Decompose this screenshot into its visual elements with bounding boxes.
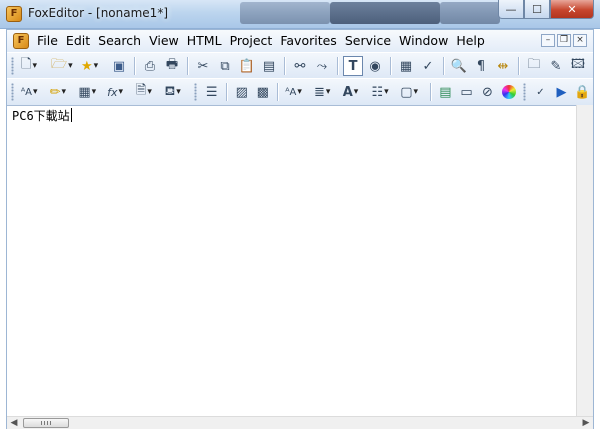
cut-icon[interactable]: ✂ — [193, 56, 213, 76]
menu-project[interactable]: Project — [226, 30, 277, 52]
text-mode-icon[interactable]: T — [343, 56, 363, 76]
font-size-icon[interactable]: ᴬA — [283, 82, 310, 102]
document-icon[interactable]: 🗎 — [134, 82, 161, 102]
menu-view[interactable]: View — [145, 30, 183, 52]
paragraph-mark-icon[interactable]: ¶ — [471, 56, 491, 76]
menu-window[interactable]: Window — [395, 30, 452, 52]
line-spacing-icon[interactable]: ≣ — [312, 82, 339, 102]
toolbar-grip[interactable] — [11, 57, 14, 75]
paste-special-icon[interactable]: ▤ — [259, 56, 279, 76]
bulleted-list-icon[interactable]: ☷ — [369, 82, 396, 102]
text-color-icon[interactable]: A — [341, 82, 368, 102]
horizontal-rule-icon[interactable]: ▭ — [457, 82, 476, 102]
function-icon[interactable]: fx — [105, 82, 132, 102]
lock-icon[interactable]: 🔒 — [573, 82, 592, 102]
align-icon[interactable]: ☰ — [202, 82, 221, 102]
mdi-minimize-button[interactable]: – — [541, 34, 555, 47]
edit-page-icon[interactable]: ✎ — [546, 56, 566, 76]
background-taskbar-item — [330, 2, 440, 24]
main-window-client: F File Edit Search View HTML Project Fav… — [6, 29, 594, 429]
page-break-icon[interactable]: ▤ — [436, 82, 455, 102]
menu-file[interactable]: File — [33, 30, 62, 52]
border-icon[interactable]: ▢ — [398, 82, 425, 102]
favorites-star-icon[interactable]: ★ — [79, 56, 107, 76]
new-document-icon[interactable]: 🗋 — [19, 56, 47, 76]
folder-icon[interactable]: 🗀 — [524, 56, 544, 76]
horizontal-scrollbar[interactable]: ◀ ▶ — [7, 416, 593, 429]
toolbar-separator — [337, 57, 338, 75]
bookmark-icon[interactable]: ⇹ — [493, 56, 513, 76]
background-taskbar-item — [440, 2, 500, 24]
window-title: FoxEditor - [noname1*] — [28, 6, 168, 20]
mdi-restore-button[interactable]: ❐ — [557, 34, 571, 47]
toolbar-separator — [284, 57, 285, 75]
standard-toolbar: 🗋 🗁 ★ ▣ ⎙ 🖶 ✂ ⧉ 📋 ▤ ⚯ ⤳ T ◉ ▦ ✓ 🔍 ¶ ⇹ 🗀 … — [7, 52, 593, 80]
toolbar-separator — [187, 57, 188, 75]
toolbar-separator — [443, 57, 444, 75]
foxeditor-app-icon[interactable]: F — [6, 6, 22, 22]
insert-image-icon[interactable]: ▨ — [232, 82, 251, 102]
play-icon[interactable]: ▶ — [552, 82, 571, 102]
minimize-button[interactable]: — — [498, 0, 524, 19]
paste-icon[interactable]: 📋 — [237, 56, 257, 76]
menu-html[interactable]: HTML — [183, 30, 226, 52]
toolbar-grip[interactable] — [523, 83, 526, 101]
insert-media-icon[interactable]: ▩ — [253, 82, 272, 102]
scroll-right-arrow-icon[interactable]: ▶ — [581, 417, 591, 430]
menu-search[interactable]: Search — [94, 30, 145, 52]
toolbar-separator — [518, 57, 519, 75]
print-preview-icon[interactable]: ⎙ — [140, 56, 160, 76]
editor-line[interactable]: PC6下載站 — [12, 108, 72, 124]
close-button[interactable]: ✕ — [550, 0, 594, 19]
editor-text: PC6下載站 — [12, 109, 70, 123]
open-folder-icon[interactable]: 🗁 — [49, 56, 77, 76]
find-icon[interactable]: ⚯ — [290, 56, 310, 76]
toolbar-separator — [390, 57, 391, 75]
paint-bucket-icon[interactable]: ⛾ — [163, 82, 190, 102]
menu-help[interactable]: Help — [452, 30, 489, 52]
save-icon[interactable]: ▣ — [109, 56, 129, 76]
toolbar-separator — [429, 83, 431, 101]
link-icon[interactable]: ⊘ — [478, 82, 497, 102]
menu-bar: F File Edit Search View HTML Project Fav… — [7, 30, 593, 52]
document-icon[interactable]: F — [13, 33, 29, 49]
menu-favorites[interactable]: Favorites — [276, 30, 340, 52]
vertical-scrollbar[interactable] — [576, 105, 593, 416]
background-taskbar-item — [240, 2, 330, 24]
copy-icon[interactable]: ⧉ — [215, 56, 235, 76]
properties-icon[interactable]: ▦ — [396, 56, 416, 76]
text-editor[interactable]: PC6下載站 — [7, 105, 593, 417]
color-wheel-icon[interactable] — [499, 82, 518, 102]
maximize-button[interactable]: ☐ — [524, 0, 550, 19]
toolbar-grip[interactable] — [194, 83, 198, 101]
formatting-toolbar: ᴬA ✏ ▦ fx 🗎 ⛾ ☰ ▨ ▩ ᴬA ≣ A ☷ ▢ ▤ ▭ ⊘ ✓ ▶… — [7, 78, 593, 106]
image-insert-icon[interactable]: 🖾 — [568, 56, 588, 76]
menu-service[interactable]: Service — [341, 30, 395, 52]
spell-check-icon[interactable]: ✓ — [418, 56, 438, 76]
scroll-left-arrow-icon[interactable]: ◀ — [9, 417, 19, 430]
zoom-icon[interactable]: 🔍 — [449, 56, 469, 76]
find-next-icon[interactable]: ⤳ — [312, 56, 332, 76]
title-bar[interactable]: F FoxEditor - [noname1*] — ☐ ✕ — [0, 0, 600, 29]
browser-preview-icon[interactable]: ◉ — [365, 56, 385, 76]
highlight-color-icon[interactable]: ✏ — [48, 82, 75, 102]
toolbar-separator — [134, 57, 135, 75]
table-icon[interactable]: ▦ — [76, 82, 103, 102]
text-caret — [70, 108, 72, 122]
toolbar-separator — [277, 83, 279, 101]
print-icon[interactable]: 🖶 — [162, 56, 182, 76]
mdi-close-button[interactable]: × — [573, 34, 587, 47]
horizontal-scroll-thumb[interactable] — [23, 418, 69, 428]
toolbar-separator — [226, 83, 228, 101]
spell-check-abc-icon[interactable]: ✓ — [531, 82, 550, 102]
menu-edit[interactable]: Edit — [62, 30, 94, 52]
font-style-icon[interactable]: ᴬA — [19, 82, 46, 102]
toolbar-grip[interactable] — [11, 83, 14, 101]
